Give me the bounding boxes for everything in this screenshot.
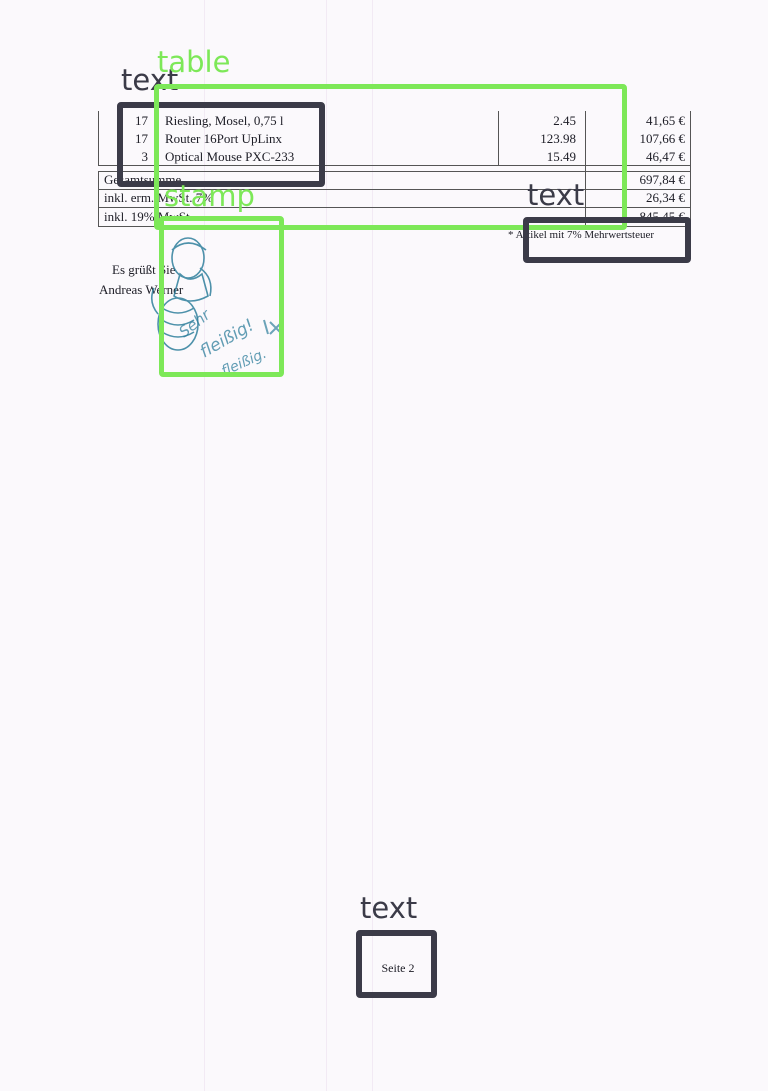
item-total: 46,47 € <box>646 149 685 164</box>
annotation-label: text <box>360 891 418 925</box>
annotation-label: table <box>157 45 231 79</box>
annotation-label: stamp <box>164 179 255 213</box>
summary-value: 26,34 € <box>646 190 685 205</box>
stamp-region-box <box>159 216 284 377</box>
annotation-label: text <box>527 178 585 212</box>
text-region-box <box>523 217 691 263</box>
summary-value: 697,84 € <box>639 172 686 187</box>
item-total: 107,66 € <box>639 131 686 146</box>
text-region-box <box>356 930 437 998</box>
item-total: 41,65 € <box>646 113 685 128</box>
